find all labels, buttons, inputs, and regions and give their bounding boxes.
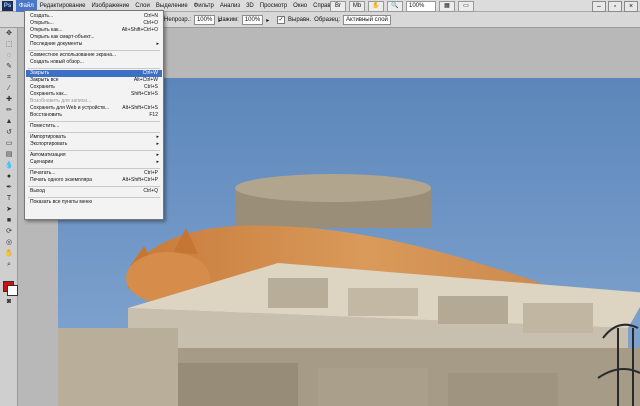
menu-item-open-as[interactable]: Открыть как... Alt+Shift+Ctrl+O (26, 27, 162, 34)
menu-item-exit[interactable]: Выход Ctrl+Q (26, 188, 162, 195)
bridge-button[interactable]: Br (330, 1, 346, 12)
menu-analysis[interactable]: Анализ (217, 0, 243, 12)
menu-item-save-for-web[interactable]: Сохранить для Web и устройств... Alt+Shif… (26, 105, 162, 112)
submenu-arrow-icon: ▸ (156, 141, 159, 147)
quick-mask-icon[interactable]: ◙ (3, 297, 15, 307)
minimize-button[interactable]: – (592, 1, 606, 12)
pressure-group: Нажим: 100% ▸ (218, 15, 269, 25)
pressure-label: Нажим: (218, 17, 239, 23)
menu-separator (28, 197, 160, 198)
dodge-tool-icon[interactable]: ● (3, 172, 15, 182)
crop-tool-icon[interactable]: ⌗ (3, 73, 15, 83)
menu-item-open-smart-object[interactable]: Открыть как смарт-объект... (26, 34, 162, 41)
zoom-tool-icon[interactable]: ⌕ (3, 260, 15, 270)
menu-separator (28, 168, 160, 169)
menu-separator (28, 68, 160, 69)
menu-item-place[interactable]: Поместить... (26, 123, 162, 130)
submenu-arrow-icon: ▸ (156, 152, 159, 158)
menu-item-check-in: Возобновить для записи... (30, 98, 92, 104)
menu-item-save-as[interactable]: Сохранить как... Shift+Ctrl+S (26, 91, 162, 98)
sample-select[interactable]: Активный слой (343, 15, 391, 25)
window-controls: – ▫ × (592, 1, 638, 12)
blur-tool-icon[interactable]: 💧 (3, 161, 15, 171)
menu-separator (28, 150, 160, 151)
file-menu-dropdown: Создать... Ctrl+N Открыть... Ctrl+O Открыт… (24, 10, 164, 220)
menu-view[interactable]: Просмотр (257, 0, 290, 12)
menu-item-revert[interactable]: Восстановить F12 (26, 112, 162, 119)
menu-item-save[interactable]: Сохранить Ctrl+S (26, 84, 162, 91)
opacity-label: Непрозр.: (164, 17, 191, 23)
menu-item-show-all[interactable]: Показать все пункты меню (26, 199, 162, 206)
hand-tool-icon[interactable]: ✋ (3, 249, 15, 259)
menu-filter[interactable]: Фильтр (191, 0, 217, 12)
menu-item-open[interactable]: Открыть... Ctrl+O (26, 20, 162, 27)
menu-window[interactable]: Окно (290, 0, 310, 12)
menu-item-close-all[interactable]: Закрыть все Alt+Ctrl+W (26, 77, 162, 84)
pressure-arrow-icon[interactable]: ▸ (266, 17, 269, 24)
quick-select-tool-icon[interactable]: ✎ (3, 62, 15, 72)
menu-item-automate[interactable]: Автоматизация ▸ (26, 152, 162, 159)
photoshop-logo: Ps (2, 1, 13, 11)
3d-orbit-tool-icon[interactable]: ◎ (3, 238, 15, 248)
menu-item-import[interactable]: Импортировать ▸ (26, 134, 162, 141)
zoom-level-select[interactable]: 100% (406, 1, 436, 12)
align-group: ✓ Выравн. Образец: Активный слой (277, 15, 391, 25)
brush-tool-icon[interactable]: ✏ (3, 106, 15, 116)
pressure-field[interactable]: 100% (241, 15, 264, 25)
shape-tool-icon[interactable]: ■ (3, 216, 15, 226)
healing-tool-icon[interactable]: ✚ (3, 95, 15, 105)
menu-item-close[interactable]: Закрыть Ctrl+W (26, 70, 162, 77)
marquee-tool-icon[interactable]: ⬚ (3, 40, 15, 50)
zoom-tool-button[interactable]: 🔍 (387, 1, 403, 12)
opacity-group: Непрозр.: 100% ▸ (164, 15, 221, 25)
pen-tool-icon[interactable]: ✒ (3, 183, 15, 193)
menu-item-export[interactable]: Экспортировать ▸ (26, 141, 162, 148)
maximize-button[interactable]: ▫ (608, 1, 622, 12)
menu-item-new[interactable]: Создать... Ctrl+N (26, 13, 162, 20)
path-select-tool-icon[interactable]: ➤ (3, 205, 15, 215)
menu-separator (28, 186, 160, 187)
menu-separator (28, 121, 160, 122)
gradient-tool-icon[interactable]: ▤ (3, 150, 15, 160)
type-tool-icon[interactable]: T (3, 194, 15, 204)
menu-separator (28, 132, 160, 133)
hand-tool-button[interactable]: ✋ (368, 1, 384, 12)
menu-3d[interactable]: 3D (243, 0, 257, 12)
close-button[interactable]: × (624, 1, 638, 12)
submenu-arrow-icon: ▸ (156, 134, 159, 140)
background-color-swatch[interactable] (7, 285, 18, 296)
align-checkbox[interactable]: ✓ (277, 16, 285, 24)
menubar-tools: Br Mb ✋ 🔍 100% ▦ ▭ (330, 1, 474, 12)
minibridge-button[interactable]: Mb (349, 1, 365, 12)
lasso-tool-icon[interactable]: ◌ (3, 51, 15, 61)
3d-rotate-tool-icon[interactable]: ⟳ (3, 227, 15, 237)
submenu-arrow-icon: ▸ (156, 159, 159, 165)
clone-stamp-tool-icon[interactable]: ▲ (3, 117, 15, 127)
sample-label: Образец: (314, 17, 340, 23)
menu-item-recent-documents[interactable]: Последние документы ▸ (26, 41, 162, 48)
menu-item-print[interactable]: Печатать... Ctrl+P (26, 170, 162, 177)
opacity-field[interactable]: 100% (193, 15, 216, 25)
move-tool-icon[interactable]: ✥ (3, 29, 15, 39)
menu-item-print-one-copy[interactable]: Печать одного экземпляра Alt+Shift+Ctrl+P (26, 177, 162, 184)
menu-item-new-review[interactable]: Создать новый обзор... (26, 59, 162, 66)
tools-panel: ✥ ⬚ ◌ ✎ ⌗ ⁄ ✚ ✏ ▲ ↺ ▭ ▤ 💧 ● ✒ T ➤ ■ ⟳ ◎ … (0, 28, 18, 406)
menu-item-share-screen[interactable]: Совместное использование экрана... (26, 52, 162, 59)
submenu-arrow-icon: ▸ (156, 41, 159, 47)
eraser-tool-icon[interactable]: ▭ (3, 139, 15, 149)
history-brush-tool-icon[interactable]: ↺ (3, 128, 15, 138)
arrange-documents-button[interactable]: ▦ (439, 1, 455, 12)
menu-separator (28, 50, 160, 51)
align-label: Выравн. (288, 17, 312, 23)
eyedropper-tool-icon[interactable]: ⁄ (3, 84, 15, 94)
screen-mode-button[interactable]: ▭ (458, 1, 474, 12)
menu-item-scripts[interactable]: Сценарии ▸ (26, 159, 162, 166)
